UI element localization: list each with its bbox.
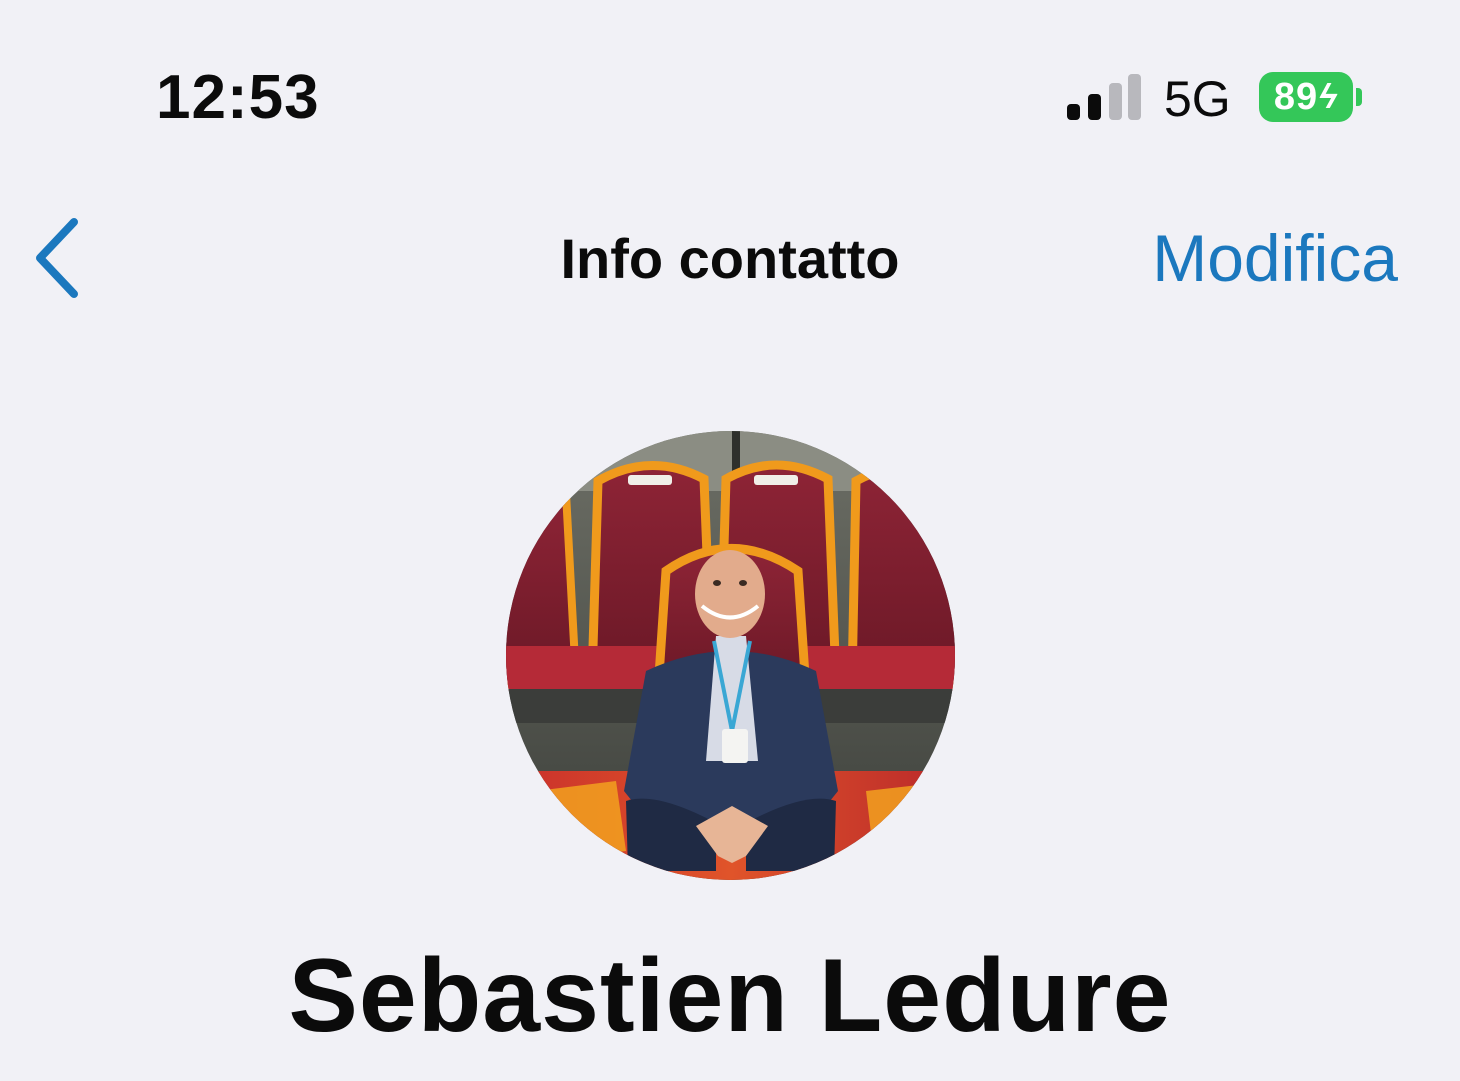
signal-bar-4 — [1128, 74, 1141, 120]
battery-percent: 89 — [1273, 75, 1319, 118]
page-title-text: Info contatto — [560, 227, 900, 290]
profile-photo — [506, 431, 955, 880]
battery-cap — [1356, 88, 1362, 106]
avatar[interactable] — [506, 431, 955, 880]
contact-info-screen: 12:53 5G 89 ϟ Info contatto Modifica Seb… — [0, 0, 1460, 1081]
signal-bar-2 — [1088, 94, 1101, 120]
signal-strength-icon — [1067, 74, 1141, 120]
signal-bar-3 — [1109, 83, 1122, 120]
contact-name: Sebastien Ledure — [288, 938, 1172, 1054]
status-time: 12:53 — [156, 63, 320, 132]
edit-button[interactable]: Modifica — [1152, 222, 1398, 294]
signal-bar-1 — [1067, 104, 1080, 120]
network-type: 5G — [1164, 71, 1231, 127]
battery-indicator: 89 ϟ — [1259, 72, 1353, 122]
charging-bolt-icon: ϟ — [1319, 77, 1339, 116]
